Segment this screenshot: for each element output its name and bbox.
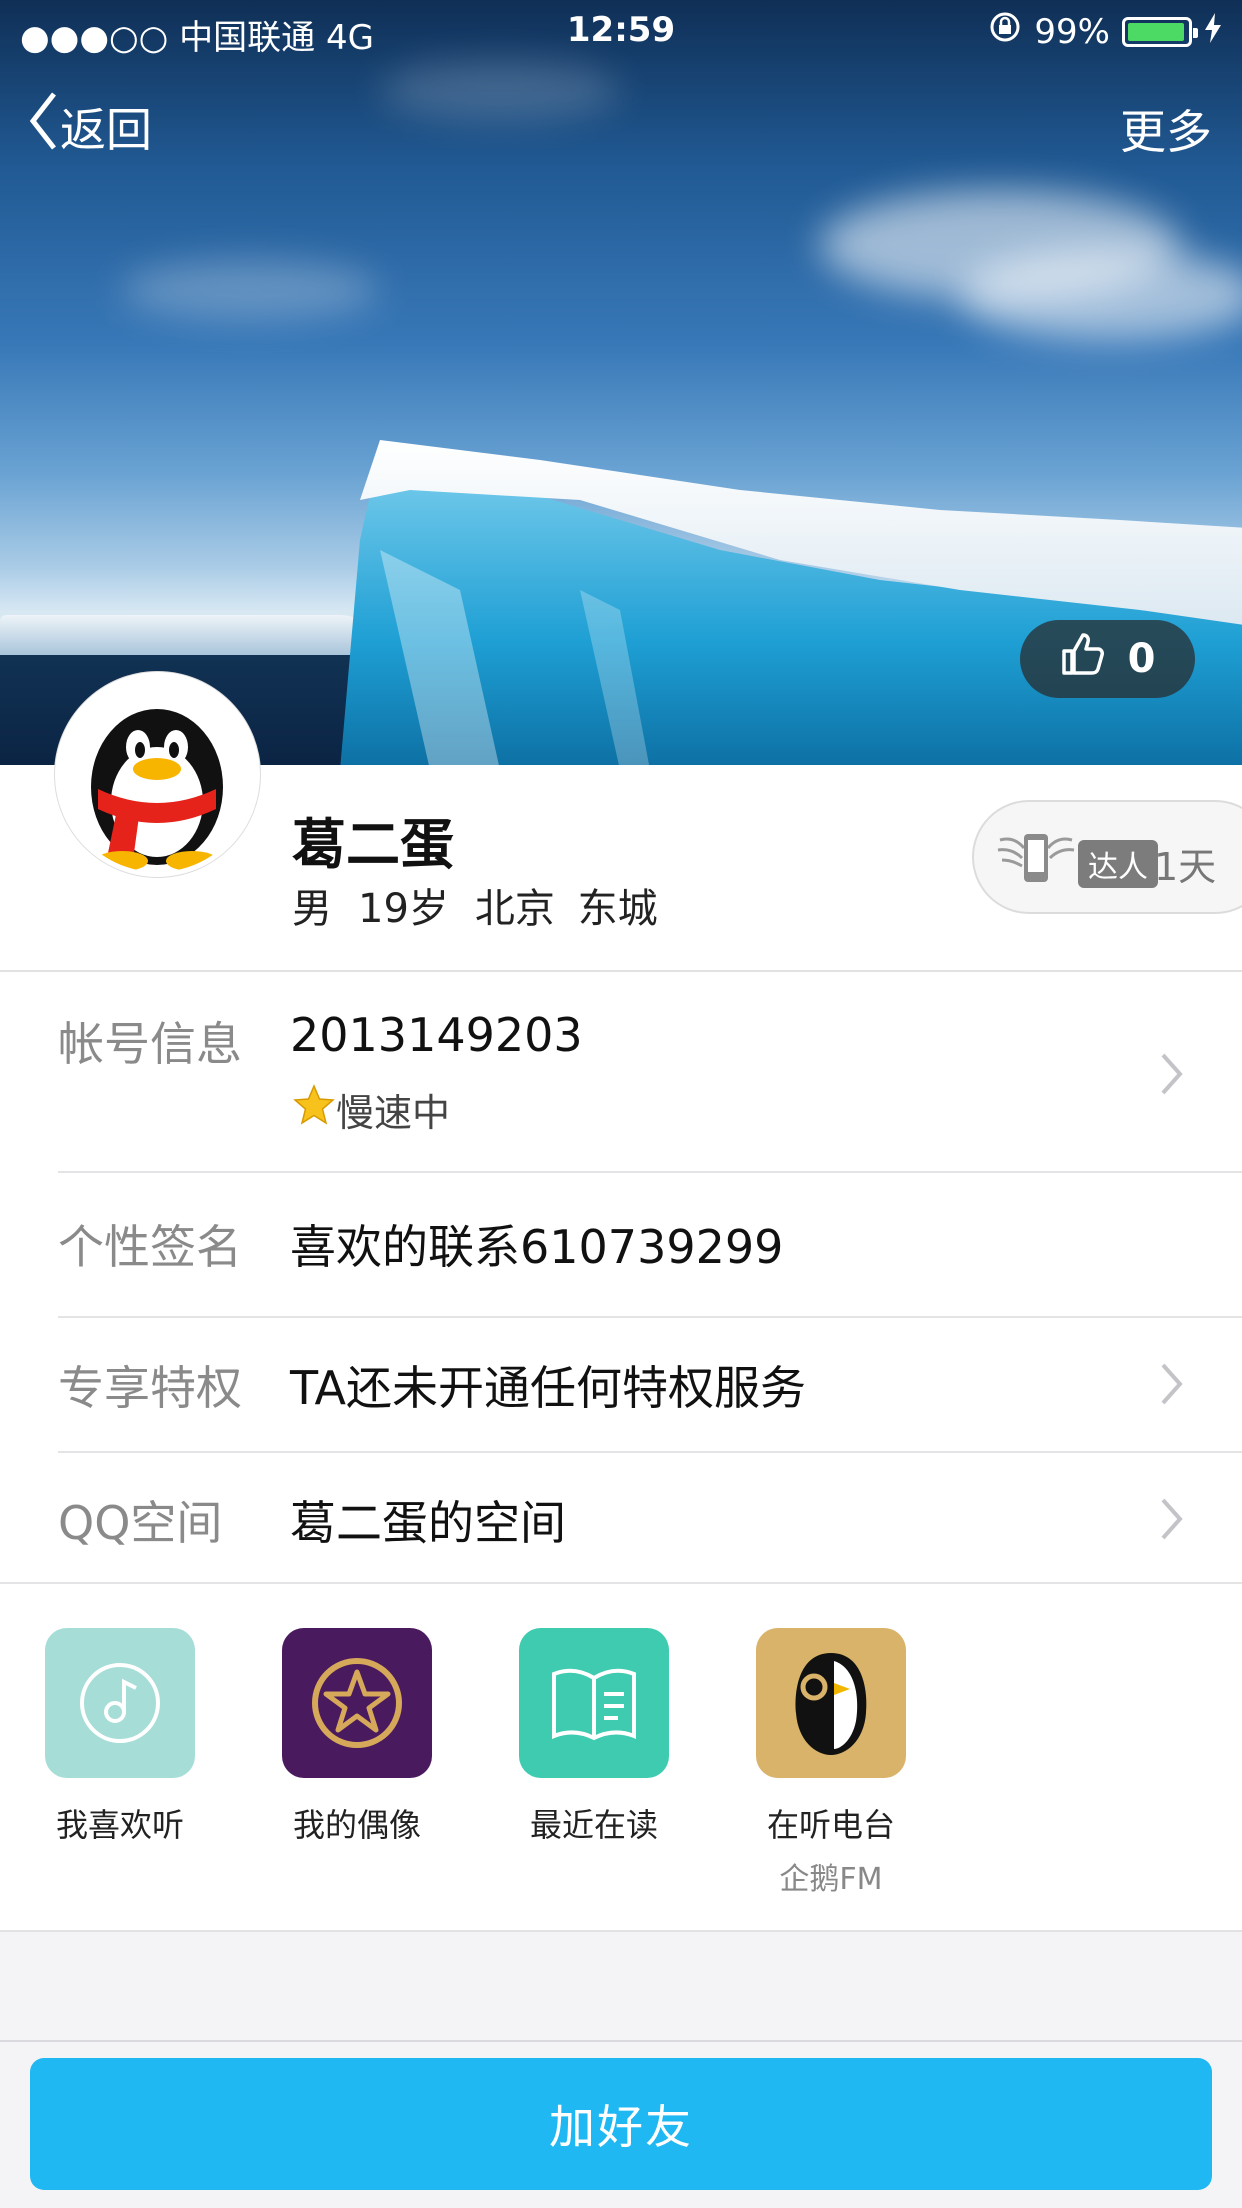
chevron-right-icon xyxy=(1160,1497,1184,1545)
chevron-right-icon xyxy=(1160,1052,1184,1100)
open-book-icon xyxy=(519,1628,669,1778)
signature-row: 个性签名 喜欢的联系610739299 xyxy=(0,1173,1242,1316)
penguin-avatar-icon xyxy=(60,677,255,872)
privilege-value: TA还未开通任何特权服务 xyxy=(290,1361,806,1415)
app-label: 我喜欢听 xyxy=(55,1806,184,1844)
chevron-left-icon xyxy=(28,90,60,163)
app-shortcuts: 我喜欢听 我的偶像 最近在读 在听电台 企鹅FM xyxy=(0,1584,1242,1932)
charging-icon xyxy=(1204,12,1222,52)
app-label: 最近在读 xyxy=(529,1806,658,1844)
profile-name: 葛二蛋 xyxy=(292,813,454,876)
app-label: 我的偶像 xyxy=(292,1806,421,1844)
profile-meta: 男 19岁 北京 东城 xyxy=(292,876,684,934)
like-button[interactable]: 0 xyxy=(1020,620,1195,698)
profile-screen: ●●●○○ 中国联通 4G 12:59 99% 返回 更多 0 葛二蛋 男 19… xyxy=(0,0,1242,2208)
more-button[interactable]: 更多 xyxy=(1120,96,1212,162)
daren-tag: 达人 xyxy=(1078,840,1158,888)
app-reading[interactable]: 最近在读 xyxy=(519,1628,669,1846)
battery-icon xyxy=(1122,16,1198,47)
qzone-row[interactable]: QQ空间 葛二蛋的空间 xyxy=(0,1453,1242,1584)
music-note-icon xyxy=(45,1628,195,1778)
back-label: 返回 xyxy=(60,102,152,157)
account-value: 2013149203 xyxy=(290,1008,583,1062)
account-status: 慢速中 xyxy=(336,1091,451,1135)
iceberg-illustration xyxy=(340,440,1242,765)
signature-label: 个性签名 xyxy=(58,1220,242,1274)
thumbs-up-icon xyxy=(1060,631,1106,687)
daren-days: 1天 xyxy=(1154,845,1217,889)
qzone-label: QQ空间 xyxy=(58,1496,223,1550)
profile-age: 19岁 xyxy=(358,886,449,932)
profile-gender: 男 xyxy=(292,886,332,932)
profile-location: 北京 东城 xyxy=(474,886,658,932)
daren-badge[interactable]: 达人 1天 xyxy=(972,800,1242,914)
penguin-fm-icon xyxy=(756,1628,906,1778)
star-idol-icon xyxy=(282,1628,432,1778)
star-icon xyxy=(292,1083,336,1136)
like-count: 0 xyxy=(1127,636,1156,682)
app-music[interactable]: 我喜欢听 xyxy=(45,1628,195,1846)
status-bar: ●●●○○ 中国联通 4G 12:59 99% xyxy=(0,0,1242,62)
rotation-lock-icon xyxy=(988,10,1022,53)
account-row[interactable]: 帐号信息 2013149203 慢速中 xyxy=(0,972,1242,1172)
add-friend-button[interactable]: 加好友 xyxy=(30,2058,1212,2190)
chevron-right-icon xyxy=(1160,1362,1184,1410)
privilege-row[interactable]: 专享特权 TA还未开通任何特权服务 xyxy=(0,1318,1242,1451)
app-idol[interactable]: 我的偶像 xyxy=(282,1628,432,1846)
battery-percent: 99% xyxy=(1034,11,1110,52)
app-label: 在听电台 xyxy=(766,1806,895,1844)
signature-value: 喜欢的联系610739299 xyxy=(290,1220,784,1274)
qzone-value: 葛二蛋的空间 xyxy=(290,1496,566,1550)
winged-phone-icon xyxy=(996,826,1076,894)
privilege-label: 专享特权 xyxy=(58,1361,242,1415)
avatar[interactable] xyxy=(55,672,260,877)
back-button[interactable]: 返回 xyxy=(28,90,152,163)
account-label: 帐号信息 xyxy=(58,1017,242,1071)
app-sublabel: 企鹅FM xyxy=(779,1862,883,1897)
info-list: 帐号信息 2013149203 慢速中 个性签名 喜欢的联系610739299 … xyxy=(0,972,1242,1584)
app-radio[interactable]: 在听电台 企鹅FM xyxy=(756,1628,906,1898)
